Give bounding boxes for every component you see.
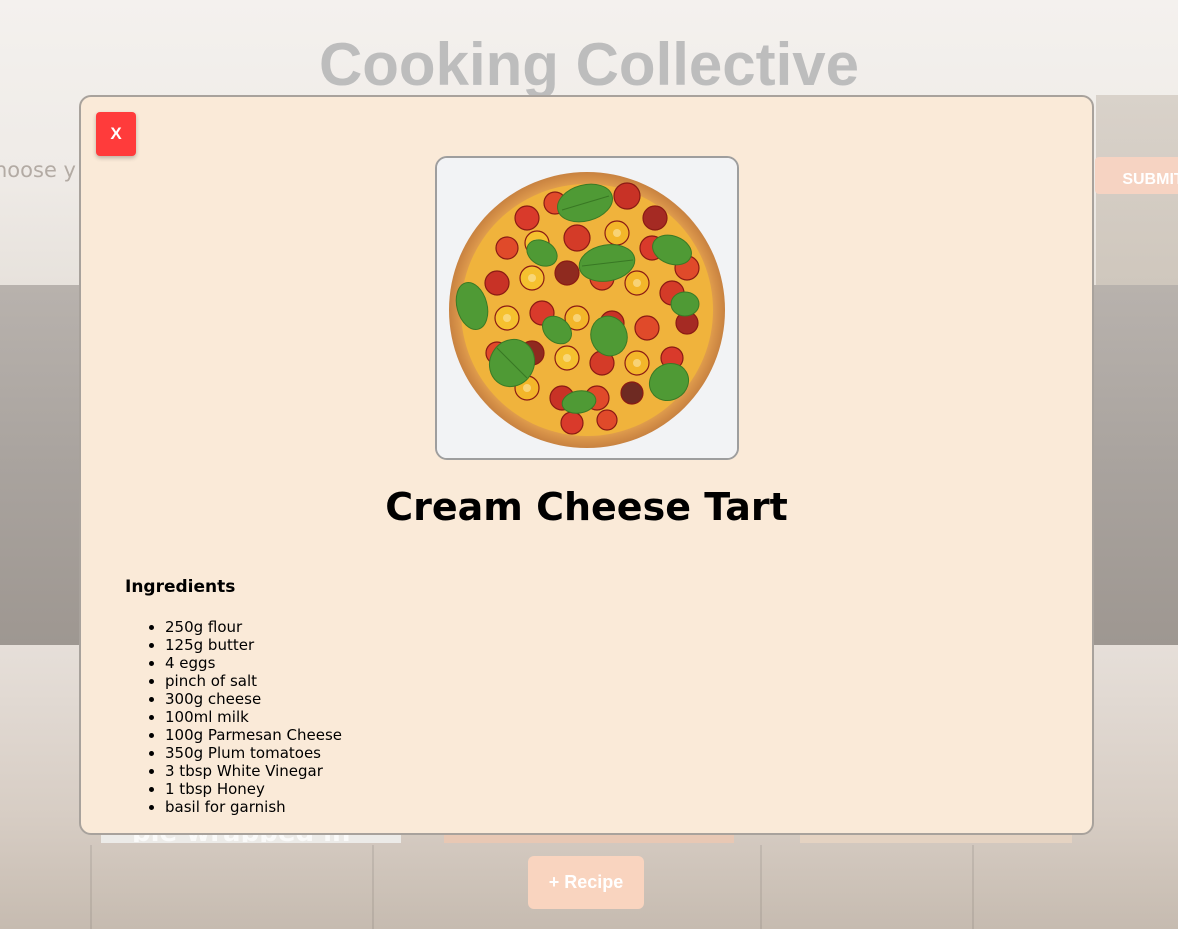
- ingredient-item: 100g Parmesan Cheese: [165, 726, 342, 744]
- ingredient-item: pinch of salt: [165, 672, 342, 690]
- category-prompt-text: hoose y: [0, 158, 76, 182]
- ingredient-item: 350g Plum tomatoes: [165, 744, 342, 762]
- ingredient-item: 300g cheese: [165, 690, 342, 708]
- close-button[interactable]: X: [96, 112, 136, 156]
- ingredients-list: 250g flour 125g butter 4 eggs pinch of s…: [165, 618, 342, 816]
- ingredient-item: 250g flour: [165, 618, 342, 636]
- ingredient-item: basil for garnish: [165, 798, 342, 816]
- ingredient-item: 125g butter: [165, 636, 342, 654]
- ingredient-item: 4 eggs: [165, 654, 342, 672]
- app-title: Cooking Collective: [318, 31, 860, 98]
- table-plank: [90, 845, 370, 929]
- ingredient-item: 3 tbsp White Vinegar: [165, 762, 342, 780]
- table-plank: [760, 845, 970, 929]
- add-recipe-button[interactable]: + Recipe: [528, 856, 644, 909]
- ingredients-heading: Ingredients: [125, 577, 236, 597]
- table-plank: [972, 845, 1178, 929]
- tomato-basil-tart-icon: [437, 158, 737, 458]
- ingredient-item: 100ml milk: [165, 708, 342, 726]
- submit-button[interactable]: SUBMIT: [1095, 157, 1178, 194]
- recipe-image: [435, 156, 739, 460]
- recipe-title: Cream Cheese Tart: [385, 485, 788, 529]
- recipe-modal: X Cream Cheese Tart Ingredients • 250g f…: [79, 95, 1094, 835]
- ingredient-item: 1 tbsp Honey: [165, 780, 342, 798]
